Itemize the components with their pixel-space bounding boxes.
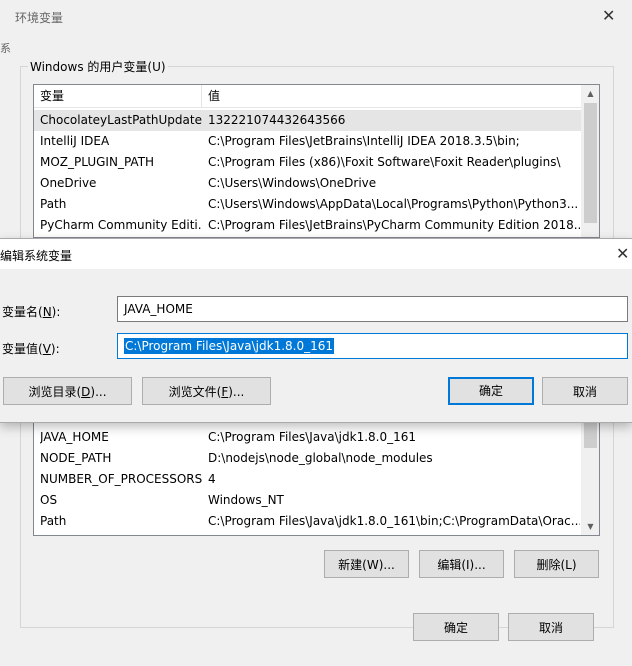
variable-value: 132221074432643566 xyxy=(208,113,346,127)
variable-name-field[interactable]: JAVA_HOME xyxy=(117,296,628,322)
table-row[interactable]: ChocolateyLastPathUpdate 132221074432643… xyxy=(34,110,582,131)
variable-value: C:\Program Files\Java\jdk1.8.0_161 xyxy=(208,430,417,444)
env-ok-button[interactable]: 确定 xyxy=(413,613,499,641)
variable-value: C:\Program Files\JetBrains\IntelliJ IDEA… xyxy=(208,134,520,148)
table-row[interactable]: PyCharm Community Editi... C:\Program Fi… xyxy=(34,215,582,236)
variable-value: C:\Program Files\JetBrains\PyCharm Commu… xyxy=(208,218,580,232)
scroll-down-icon[interactable]: ▼ xyxy=(582,518,599,535)
variable-name: PyCharm Community Editi... xyxy=(40,218,202,232)
variable-name: JAVA_HOME xyxy=(40,430,109,444)
delete-button[interactable]: 删除(L) xyxy=(514,550,599,578)
variable-value: C:\Program Files (x86)\Foxit Software\Fo… xyxy=(208,155,561,169)
user-variables-label: Windows 的用户变量(U) xyxy=(28,58,168,75)
table-row[interactable]: OS Windows_NT xyxy=(34,490,582,511)
scroll-thumb[interactable] xyxy=(584,103,597,223)
table-row[interactable]: MOZ_PLUGIN_PATH C:\Program Files (x86)\F… xyxy=(34,152,582,173)
variable-value-label: 变量值(V): xyxy=(2,342,60,356)
variable-name: Path xyxy=(40,197,67,211)
table-row[interactable]: NODE_PATH D:\nodejs\node_global\node_mod… xyxy=(34,448,582,469)
scroll-up-icon[interactable]: ▲ xyxy=(582,85,599,102)
variable-name-label: 变量名(N): xyxy=(2,305,61,319)
system-list-scrollbar[interactable]: ▼ xyxy=(581,406,599,535)
user-list-scrollbar[interactable]: ▲ xyxy=(581,85,599,237)
variable-name: NODE_PATH xyxy=(40,451,112,465)
variable-value: D:\nodejs\node_global\node_modules xyxy=(208,451,433,465)
table-row[interactable]: NUMBER_OF_PROCESSORS 4 xyxy=(34,469,582,490)
variable-name: MOZ_PLUGIN_PATH xyxy=(40,155,155,169)
variable-value-field[interactable]: C:\Program Files\Java\jdk1.8.0_161 xyxy=(117,333,628,359)
variable-name: Path xyxy=(40,514,67,528)
variable-name: OneDrive xyxy=(40,176,97,190)
edit-dialog-title: 编辑系统变量 xyxy=(0,249,73,263)
variable-value: Windows_NT xyxy=(208,493,284,507)
env-close-icon[interactable]: ✕ xyxy=(602,8,615,24)
system-variables-list[interactable]: JAVA_HOME C:\Program Files\Java\jdk1.8.0… xyxy=(33,405,600,536)
edit-close-icon[interactable]: ✕ xyxy=(616,246,629,262)
variable-value: C:\Users\Windows\OneDrive xyxy=(208,176,377,190)
edit-cancel-button[interactable]: 取消 xyxy=(542,377,628,405)
variable-name: IntelliJ IDEA xyxy=(40,134,110,148)
variable-name: OS xyxy=(40,493,58,507)
table-row[interactable]: JAVA_HOME C:\Program Files\Java\jdk1.8.0… xyxy=(34,427,582,448)
env-dialog-title: 环境变量 xyxy=(15,11,64,25)
table-row[interactable]: OneDrive C:\Users\Windows\OneDrive xyxy=(34,173,582,194)
edit-system-variable-dialog: 编辑系统变量 ✕ 变量名(N): JAVA_HOME 变量值(V): C:\Pr… xyxy=(0,238,632,423)
selected-text: C:\Program Files\Java\jdk1.8.0_161 xyxy=(124,338,335,354)
new-button[interactable]: 新建(W)... xyxy=(324,550,409,578)
variable-value: 4 xyxy=(208,472,216,486)
background-window-peek: 系 xyxy=(0,42,11,55)
variable-value: C:\Program Files\Java\jdk1.8.0_161\bin;C… xyxy=(208,514,580,528)
edit-dialog-titlebar: 编辑系统变量 ✕ xyxy=(0,239,632,269)
table-row[interactable]: IntelliJ IDEA C:\Program Files\JetBrains… xyxy=(34,131,582,152)
edit-button[interactable]: 编辑(I)... xyxy=(419,550,504,578)
env-cancel-button[interactable]: 取消 xyxy=(508,613,594,641)
browse-file-button[interactable]: 浏览文件(F)... xyxy=(142,377,271,405)
edit-ok-button[interactable]: 确定 xyxy=(448,377,534,405)
column-header-name[interactable]: 变量 xyxy=(34,85,202,107)
table-row[interactable]: Path C:\Program Files\Java\jdk1.8.0_161\… xyxy=(34,511,582,532)
variable-name: NUMBER_OF_PROCESSORS xyxy=(40,472,202,486)
table-row[interactable]: Path C:\Users\Windows\AppData\Local\Prog… xyxy=(34,194,582,215)
list-header: 变量 值 xyxy=(34,85,582,108)
variable-value: C:\Users\Windows\AppData\Local\Programs\… xyxy=(208,197,579,211)
browse-directory-button[interactable]: 浏览目录(D)... xyxy=(3,377,132,405)
column-header-value[interactable]: 值 xyxy=(202,85,582,107)
variable-name: ChocolateyLastPathUpdate xyxy=(40,113,202,127)
user-variables-list[interactable]: 变量 值 ChocolateyLastPathUpdate 1322210744… xyxy=(33,84,600,238)
